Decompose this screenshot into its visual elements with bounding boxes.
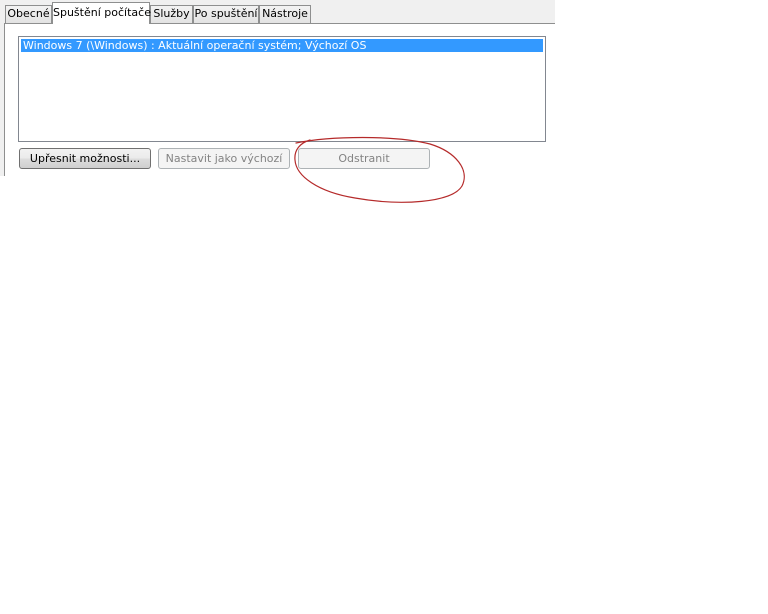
list-item[interactable]: Windows 7 (\Windows) : Aktuální operační… [21,39,543,52]
system-configuration-dialog: Obecné Spuštění počítače Služby Po spušt… [0,0,555,176]
advanced-options-button[interactable]: Upřesnit možnosti... [19,148,151,169]
set-as-default-button[interactable]: Nastavit jako výchozí [158,148,290,169]
boot-os-listbox[interactable]: Windows 7 (\Windows) : Aktuální operační… [18,36,546,142]
tab-boot[interactable]: Spuštění počítače [52,2,151,24]
delete-button[interactable]: Odstranit [298,148,430,169]
tab-general[interactable]: Obecné [5,5,52,23]
tab-tools[interactable]: Nástroje [259,5,311,23]
tab-services[interactable]: Služby [150,5,193,23]
tab-startup[interactable]: Po spuštění [193,5,259,23]
tab-bar: Obecné Spuštění počítače Služby Po spušt… [0,0,555,24]
